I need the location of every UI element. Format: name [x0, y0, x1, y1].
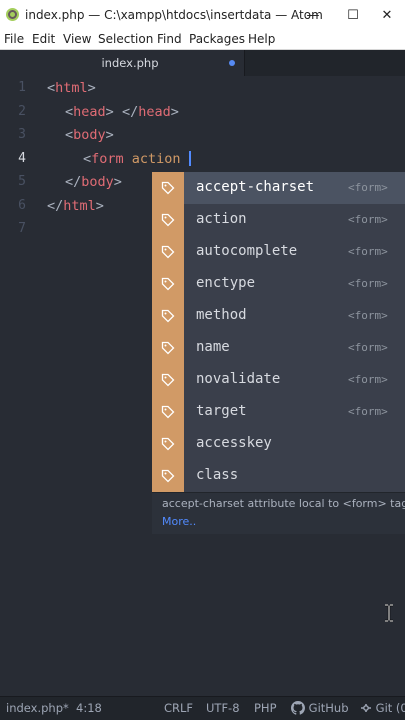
- code-line-2: <head> </head>: [65, 104, 179, 120]
- status-encoding[interactable]: UTF-8: [206, 701, 240, 715]
- tab-index-php[interactable]: index.php: [0, 50, 245, 76]
- tag-icon: [152, 332, 184, 364]
- tab-bar: index.php: [0, 50, 405, 76]
- menu-bar: File Edit View Selection Find Packages H…: [0, 30, 405, 50]
- autocomplete-item[interactable]: target <form>: [152, 396, 405, 428]
- github-icon: [291, 701, 305, 715]
- tag-icon: [152, 204, 184, 236]
- git-branch-icon: [361, 704, 371, 712]
- autocomplete-item[interactable]: enctype <form>: [152, 268, 405, 300]
- git-button[interactable]: Git (0: [360, 701, 405, 715]
- code-line-4: <form action: [83, 151, 191, 167]
- status-grammar[interactable]: PHP: [254, 701, 277, 715]
- line-number-active: 4: [18, 151, 26, 166]
- line-number: 1: [18, 80, 26, 95]
- tag-icon: [152, 236, 184, 268]
- autocomplete-popup: accept-charset <form> action <form> auto…: [152, 172, 405, 534]
- autocomplete-item[interactable]: action <form>: [152, 204, 405, 236]
- line-number: 7: [18, 221, 26, 236]
- status-line-ending[interactable]: CRLF: [164, 701, 193, 715]
- code-line-6: </html>: [47, 198, 104, 214]
- code-line-5: </body>: [65, 174, 122, 190]
- code-line-3: <body>: [65, 127, 114, 143]
- tag-icon: [152, 428, 184, 460]
- menu-view[interactable]: View: [63, 32, 91, 46]
- title-bar: index.php — C:\xampp\htdocs\insertdata —…: [0, 0, 405, 30]
- autocomplete-item[interactable]: method <form>: [152, 300, 405, 332]
- more-link[interactable]: More..: [162, 515, 196, 528]
- autocomplete-item[interactable]: accept-charset <form>: [152, 172, 405, 204]
- line-number: 2: [18, 104, 26, 119]
- autocomplete-item[interactable]: accesskey: [152, 428, 405, 460]
- mouse-ibeam-icon: [385, 604, 393, 622]
- menu-help[interactable]: Help: [248, 32, 275, 46]
- status-cursor-position[interactable]: 4:18: [76, 701, 102, 715]
- code-line-1: <html>: [47, 80, 96, 96]
- autocomplete-item[interactable]: autocomplete <form>: [152, 236, 405, 268]
- menu-selection[interactable]: Selection: [98, 32, 153, 46]
- tag-icon: [152, 268, 184, 300]
- line-number: 3: [18, 127, 26, 142]
- status-bar: index.php* 4:18 CRLF UTF-8 PHP GitHub Gi…: [0, 696, 405, 720]
- menu-find[interactable]: Find: [157, 32, 182, 46]
- tag-icon: [152, 460, 184, 492]
- modified-indicator-icon: [229, 60, 235, 66]
- window-title: index.php — C:\xampp\htdocs\insertdata —…: [25, 8, 323, 22]
- close-button[interactable]: ✕: [369, 0, 405, 30]
- github-button[interactable]: GitHub: [291, 701, 349, 715]
- autocomplete-item[interactable]: class: [152, 460, 405, 492]
- autocomplete-item[interactable]: novalidate <form>: [152, 364, 405, 396]
- tag-icon: [152, 364, 184, 396]
- atom-logo-icon: [6, 8, 19, 21]
- text-cursor: [188, 151, 191, 166]
- line-number: 5: [18, 174, 26, 189]
- menu-file[interactable]: File: [4, 32, 24, 46]
- autocomplete-description: accept-charset attribute local to <form>…: [152, 492, 405, 534]
- autocomplete-item[interactable]: name <form>: [152, 332, 405, 364]
- status-file-name[interactable]: index.php*: [6, 701, 69, 715]
- tag-icon: [152, 300, 184, 332]
- menu-edit[interactable]: Edit: [32, 32, 55, 46]
- menu-packages[interactable]: Packages: [189, 32, 245, 46]
- tab-label: index.php: [101, 56, 159, 70]
- tag-icon: [152, 396, 184, 428]
- tag-icon: [152, 172, 184, 204]
- description-text: accept-charset attribute local to <form>…: [162, 497, 405, 510]
- line-number: 6: [18, 198, 26, 213]
